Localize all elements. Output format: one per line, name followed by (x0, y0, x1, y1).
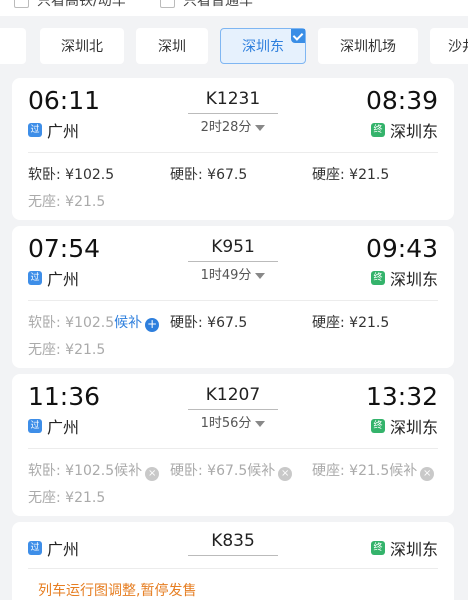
end-tag: 终 (370, 419, 385, 433)
depart-station-name: 广州 (47, 418, 80, 437)
arrive-station: 终 深圳东 (370, 536, 438, 560)
seat-hard-sleeper[interactable]: 硬卧: ¥67.5候补 × (170, 460, 293, 481)
tab-shenzhen-east[interactable]: 深圳东 (220, 28, 306, 64)
divider (28, 152, 438, 153)
depart-time: 06:11 (28, 86, 101, 115)
close-circle-icon[interactable]: × (420, 467, 435, 481)
arrive-station-name: 深圳东 (389, 122, 438, 141)
depart-station: 过 广州 (28, 536, 79, 560)
train-number-underline (188, 555, 278, 556)
waitlist-label: 候补 (114, 315, 143, 331)
filter-high-speed[interactable]: 只看高铁/动车 (14, 0, 126, 10)
pass-tag: 过 (28, 271, 42, 285)
arrive-time: 08:39 (365, 86, 438, 115)
train-number-underline (188, 409, 278, 410)
arrive-time: 13:32 (365, 382, 438, 411)
depart-station: 过 广州 (28, 414, 79, 438)
train-card[interactable]: 06:11 过 广州 K1231 2时28分 08:39 终 深圳东 软卧: ¥… (12, 78, 454, 220)
seat-soft-sleeper[interactable]: 软卧: ¥102.5候补 + (28, 312, 160, 332)
duration-text: 1时56分 (200, 416, 252, 431)
caret-down-icon (255, 124, 266, 131)
divider (28, 568, 438, 569)
seat-soft-sleeper: 软卧: ¥102.5 (28, 167, 115, 183)
pass-tag: 过 (28, 123, 42, 137)
tab-shenzhen-airport[interactable]: 深圳机场 (318, 28, 418, 64)
close-circle-icon[interactable]: × (145, 467, 160, 481)
arrive-station-name: 深圳东 (389, 540, 438, 559)
train-card[interactable]: 过 广州 K835 终 深圳东 列车运行图调整,暂停发售 (12, 522, 454, 600)
tab-shajing[interactable]: 沙井 (430, 28, 468, 64)
duration[interactable]: 1时56分 (188, 412, 278, 431)
seat-no-seat: 无座: ¥21.5 (28, 194, 106, 210)
tab-label: 深圳北 (61, 39, 103, 55)
arrive-station-name: 深圳东 (389, 418, 438, 437)
tab-offscreen[interactable] (0, 28, 26, 64)
filter-regular[interactable]: 只看普通车 (160, 0, 253, 10)
tab-label: 深圳机场 (340, 39, 396, 55)
depart-station-name: 广州 (47, 540, 80, 559)
filter-bar: 只看高铁/动车 只看普通车 (0, 0, 468, 16)
seat-soft-sleeper-price: 软卧: ¥102.5候补 (28, 463, 143, 479)
duration[interactable]: 1时49分 (188, 264, 278, 283)
seat-hard-seat: 硬座: ¥21.5 (312, 315, 390, 331)
depart-station-name: 广州 (47, 270, 80, 289)
caret-down-icon (255, 272, 266, 279)
seat-no-seat: 无座: ¥21.5 (28, 490, 106, 506)
train-number: K1207 (205, 385, 261, 405)
end-tag: 终 (370, 123, 385, 137)
depart-station: 过 广州 (28, 266, 79, 290)
arrive-station: 终 深圳东 (370, 266, 438, 290)
end-tag: 终 (370, 541, 385, 555)
duration[interactable]: 2时28分 (188, 116, 278, 135)
duration-text: 2时28分 (200, 120, 252, 135)
duration-text: 1时49分 (200, 268, 252, 283)
tab-label: 深圳 (158, 39, 186, 55)
check-icon (291, 29, 305, 43)
divider (28, 300, 438, 301)
checkbox-icon[interactable] (160, 0, 175, 8)
seat-hard-seat: 硬座: ¥21.5 (312, 167, 390, 183)
caret-down-icon (255, 420, 266, 427)
seat-hard-sleeper: 硬卧: ¥67.5 (170, 315, 248, 331)
pass-tag: 过 (28, 419, 42, 433)
seat-hard-sleeper: 硬卧: ¥67.5 (170, 167, 248, 183)
pass-tag: 过 (28, 541, 42, 555)
tab-label: 沙井 (448, 39, 468, 55)
depart-station-name: 广州 (47, 122, 80, 141)
arrive-station-name: 深圳东 (389, 270, 438, 289)
depart-time: 07:54 (28, 234, 101, 263)
tab-label: 深圳东 (242, 39, 284, 55)
train-number: K835 (211, 531, 255, 551)
seat-hard-seat-price: 硬座: ¥21.5候补 (312, 463, 418, 479)
train-card[interactable]: 07:54 过 广州 K951 1时49分 09:43 终 深圳东 软卧: ¥1… (12, 226, 454, 368)
arrive-time: 09:43 (365, 234, 438, 263)
arrive-station: 终 深圳东 (370, 118, 438, 142)
tab-shenzhen-north[interactable]: 深圳北 (40, 28, 124, 64)
seat-soft-sleeper-price: 软卧: ¥102.5 (28, 315, 115, 331)
depart-time: 11:36 (28, 382, 101, 411)
seat-soft-sleeper[interactable]: 软卧: ¥102.5候补 × (28, 460, 160, 481)
seat-hard-sleeper-price: 硬卧: ¥67.5候补 (170, 463, 276, 479)
tab-shenzhen[interactable]: 深圳 (136, 28, 208, 64)
depart-station: 过 广州 (28, 118, 79, 142)
train-card[interactable]: 11:36 过 广州 K1207 1时56分 13:32 终 深圳东 软卧: ¥… (12, 374, 454, 516)
divider (28, 448, 438, 449)
seat-no-seat: 无座: ¥21.5 (28, 342, 106, 358)
train-number: K951 (211, 237, 255, 257)
train-number-underline (188, 113, 278, 114)
station-tabs: 深圳北 深圳 深圳东 深圳机场 沙井 (0, 16, 468, 72)
filter-regular-label: 只看普通车 (183, 0, 253, 9)
filter-high-speed-label: 只看高铁/动车 (37, 0, 126, 9)
seat-hard-seat[interactable]: 硬座: ¥21.5候补 × (312, 460, 435, 481)
end-tag: 终 (370, 271, 385, 285)
suspension-notice: 列车运行图调整,暂停发售 (38, 583, 197, 599)
train-number-underline (188, 261, 278, 262)
arrive-station: 终 深圳东 (370, 414, 438, 438)
close-circle-icon[interactable]: × (278, 467, 293, 481)
plus-icon[interactable]: + (145, 318, 160, 332)
checkbox-icon[interactable] (14, 0, 29, 8)
train-number: K1231 (205, 89, 261, 109)
